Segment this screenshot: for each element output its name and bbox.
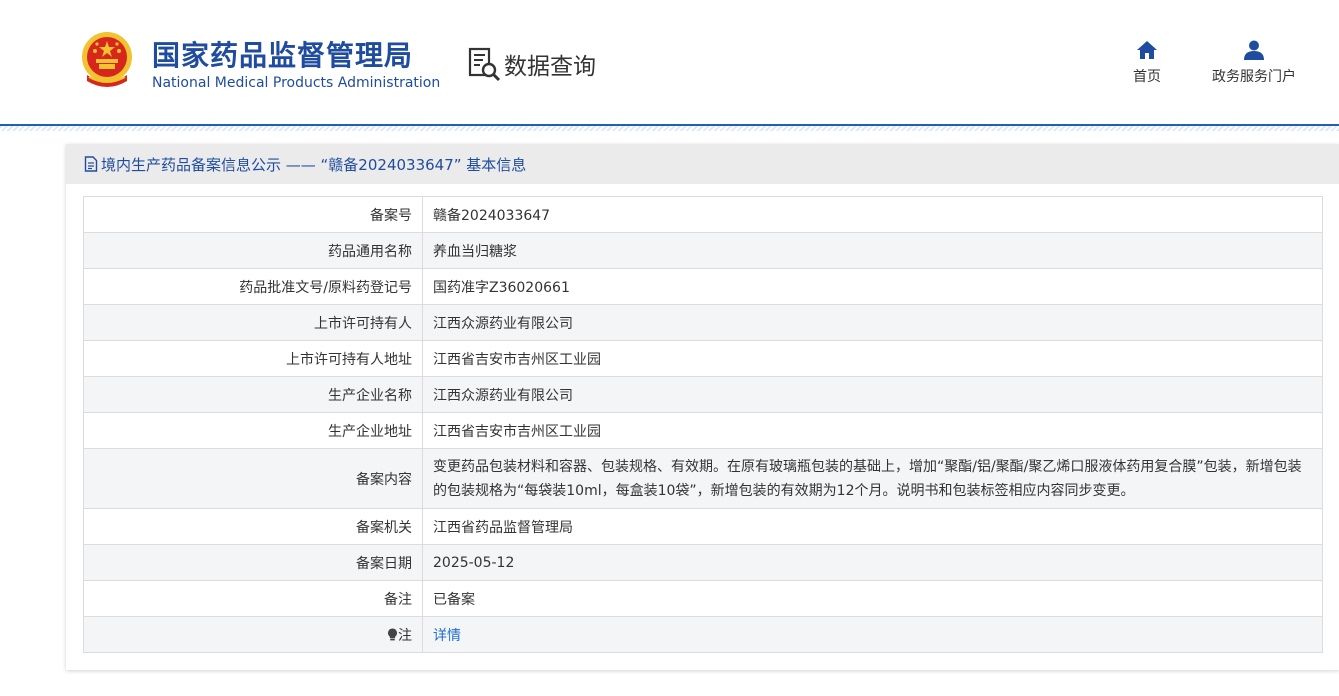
field-label: 备案日期 [83, 544, 423, 581]
field-value: 变更药品包装材料和容器、包装规格、有效期。在原有玻璃瓶包装的基础上，增加“聚酯/… [422, 448, 1323, 509]
field-value: 养血当归糖浆 [422, 232, 1323, 269]
panel-heading-text: 境内生产药品备案信息公示 —— “赣备2024033647” 基本信息 [101, 155, 527, 174]
field-value: 江西省吉安市吉州区工业园 [422, 412, 1323, 449]
note-label: 注 [398, 627, 412, 644]
field-label: 药品通用名称 [83, 232, 423, 269]
home-icon [1137, 41, 1157, 59]
site-title-cn: 国家药品监督管理局 [152, 39, 414, 72]
table-row: 上市许可持有人地址 江西省吉安市吉州区工业园 [83, 340, 1323, 377]
field-value: 2025-05-12 [422, 544, 1323, 581]
field-label: 备案号 [83, 196, 423, 233]
user-icon [1244, 40, 1264, 60]
field-label: 生产企业名称 [83, 376, 423, 413]
site-title-en: National Medical Products Administration [152, 75, 441, 91]
field-value: 赣备2024033647 [422, 196, 1323, 233]
table-row: 生产企业名称 江西众源药业有限公司 [83, 376, 1323, 413]
field-value: 江西省药品监督管理局 [422, 508, 1323, 545]
field-value: 江西省吉安市吉州区工业园 [422, 340, 1323, 377]
nav-home[interactable]: 首页 [1127, 40, 1167, 86]
field-label: 备案内容 [83, 448, 423, 509]
field-label: 上市许可持有人地址 [83, 340, 423, 377]
field-value: 江西众源药业有限公司 [422, 304, 1323, 341]
info-table: 备案号 赣备2024033647 药品通用名称 养血当归糖浆 药品批准文号/原料… [83, 196, 1323, 653]
panel-heading: 境内生产药品备案信息公示 —— “赣备2024033647” 基本信息 [66, 144, 1339, 184]
national-emblem-logo [82, 32, 132, 87]
field-label: 备案机关 [83, 508, 423, 545]
table-row: 备案内容 变更药品包装材料和容器、包装规格、有效期。在原有玻璃瓶包装的基础上，增… [83, 448, 1323, 509]
data-query-section: 数据查询 [468, 46, 596, 82]
field-label: 生产企业地址 [83, 412, 423, 449]
table-row: 备案日期 2025-05-12 [83, 544, 1323, 581]
table-row: 备案机关 江西省药品监督管理局 [83, 508, 1323, 545]
field-label: 注 [83, 616, 423, 653]
lightbulb-icon [388, 628, 397, 640]
table-row: 注 详情 [83, 616, 1323, 653]
table-row: 药品批准文号/原料药登记号 国药准字Z36020661 [83, 268, 1323, 305]
table-row: 药品通用名称 养血当归糖浆 [83, 232, 1323, 269]
document-icon [84, 156, 98, 172]
field-value: 已备案 [422, 580, 1323, 617]
nav-portal-label: 政务服务门户 [1212, 69, 1296, 85]
details-link[interactable]: 详情 [433, 628, 461, 644]
field-value: 江西众源药业有限公司 [422, 376, 1323, 413]
table-row: 备注 已备案 [83, 580, 1323, 617]
field-value: 详情 [422, 616, 1323, 653]
nav-home-label: 首页 [1133, 69, 1161, 85]
section-title: 数据查询 [504, 54, 596, 80]
site-header: 国家药品监督管理局 National Medical Products Admi… [0, 0, 1339, 124]
table-row: 上市许可持有人 江西众源药业有限公司 [83, 304, 1323, 341]
table-row: 生产企业地址 江西省吉安市吉州区工业园 [83, 412, 1323, 449]
field-label: 备注 [83, 580, 423, 617]
field-label: 药品批准文号/原料药登记号 [83, 268, 423, 305]
nav-service-portal[interactable]: 政务服务门户 [1206, 40, 1302, 86]
field-value: 国药准字Z36020661 [422, 268, 1323, 305]
field-label: 上市许可持有人 [83, 304, 423, 341]
document-search-icon [468, 47, 501, 82]
record-panel: 境内生产药品备案信息公示 —— “赣备2024033647” 基本信息 备案号 … [66, 144, 1339, 670]
table-row: 备案号 赣备2024033647 [83, 196, 1323, 233]
header-stripe [0, 126, 1339, 131]
